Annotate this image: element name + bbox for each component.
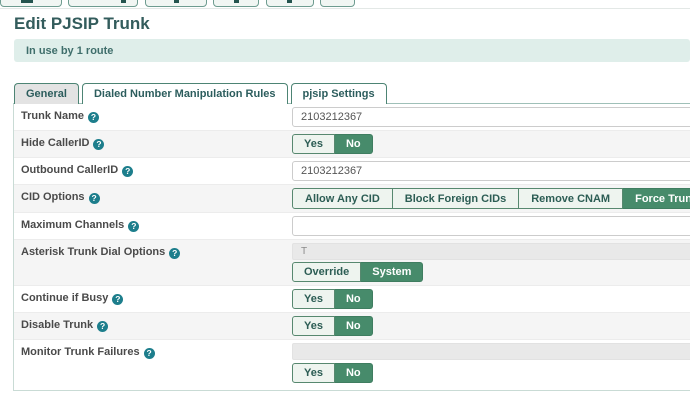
form-row-dial-options: Asterisk Trunk Dial Options T Override S… — [14, 239, 690, 285]
disable-trunk-no-button[interactable]: No — [335, 316, 373, 336]
toolbar-button-icon — [234, 0, 239, 3]
form-row-disable-trunk: Disable Trunk Yes No — [14, 312, 690, 339]
monitor-trunk-failures-readonly-input — [292, 343, 690, 360]
hide-callerid-yes-button[interactable]: Yes — [292, 134, 335, 154]
monitor-trunk-failures-yes-button[interactable]: Yes — [292, 363, 335, 383]
continue-if-busy-label: Continue if Busy — [14, 286, 292, 310]
cid-options-label: CID Options — [14, 185, 292, 209]
tab-bar: General Dialed Number Manipulation Rules… — [14, 83, 690, 103]
monitor-trunk-failures-label: Monitor Trunk Failures — [14, 340, 292, 364]
maximum-channels-input[interactable] — [292, 216, 690, 236]
toolbar-button-1[interactable] — [0, 0, 62, 7]
form-row-monitor-trunk-failures: Monitor Trunk Failures Yes No — [14, 339, 690, 390]
top-toolbar — [0, 0, 690, 9]
maximum-channels-label: Maximum Channels — [14, 213, 292, 237]
dial-options-override-button[interactable]: Override — [292, 262, 361, 282]
help-icon[interactable] — [93, 139, 104, 150]
help-icon[interactable] — [112, 294, 123, 305]
help-icon[interactable] — [144, 348, 155, 359]
continue-if-busy-toggle: Yes No — [292, 289, 373, 309]
dial-options-system-button[interactable]: System — [361, 262, 423, 282]
trunk-name-label: Trunk Name — [14, 104, 292, 128]
hide-callerid-toggle: Yes No — [292, 134, 373, 154]
form-row-cid-options: CID Options Allow Any CID Block Foreign … — [14, 184, 690, 212]
help-icon[interactable] — [128, 221, 139, 232]
toolbar-button-6[interactable] — [320, 0, 355, 7]
dial-options-readonly-input: T — [292, 243, 690, 260]
form-row-hide-callerid: Hide CallerID Yes No — [14, 130, 690, 157]
cid-allow-any-cid-button[interactable]: Allow Any CID — [292, 188, 393, 209]
toolbar-button-4[interactable] — [213, 0, 259, 7]
help-icon[interactable] — [97, 321, 108, 332]
toolbar-button-icon — [121, 0, 126, 3]
disable-trunk-label: Disable Trunk — [14, 313, 292, 337]
form-row-continue-if-busy: Continue if Busy Yes No — [14, 285, 690, 312]
cid-force-trunk-cid-button[interactable]: Force Trunk CID — [623, 188, 690, 209]
help-icon[interactable] — [88, 112, 99, 123]
hide-callerid-no-button[interactable]: No — [335, 134, 373, 154]
tab-general[interactable]: General — [14, 83, 79, 104]
in-use-alert: In use by 1 route — [14, 39, 690, 62]
continue-if-busy-yes-button[interactable]: Yes — [292, 289, 335, 309]
dial-options-label: Asterisk Trunk Dial Options — [14, 240, 292, 264]
form-row-maximum-channels: Maximum Channels — [14, 212, 690, 239]
tab-dialed-number-manipulation-rules[interactable]: Dialed Number Manipulation Rules — [82, 83, 288, 104]
monitor-trunk-failures-toggle: Yes No — [292, 363, 690, 383]
form-row-outbound-callerid: Outbound CallerID — [14, 157, 690, 184]
general-tab-panel: Trunk Name Hide CallerID Yes No Outbound… — [13, 103, 690, 391]
help-icon[interactable] — [89, 193, 100, 204]
hide-callerid-label: Hide CallerID — [14, 131, 292, 155]
disable-trunk-yes-button[interactable]: Yes — [292, 316, 335, 336]
dial-options-toggle: Override System — [292, 262, 690, 282]
trunk-name-input[interactable] — [292, 107, 690, 127]
cid-remove-cnam-button[interactable]: Remove CNAM — [519, 188, 623, 209]
continue-if-busy-no-button[interactable]: No — [335, 289, 373, 309]
outbound-callerid-label: Outbound CallerID — [14, 158, 292, 182]
toolbar-button-5[interactable] — [266, 0, 314, 7]
toolbar-button-2[interactable] — [68, 0, 138, 7]
form-row-trunk-name: Trunk Name — [14, 104, 690, 130]
page-title: Edit PJSIP Trunk — [14, 14, 690, 34]
monitor-trunk-failures-no-button[interactable]: No — [335, 363, 373, 383]
cid-options-group: Allow Any CID Block Foreign CIDs Remove … — [292, 188, 690, 209]
help-icon[interactable] — [169, 248, 180, 259]
toolbar-button-icon — [287, 0, 292, 3]
toolbar-button-icon — [174, 0, 179, 3]
help-icon[interactable] — [122, 166, 133, 177]
outbound-callerid-input[interactable] — [292, 161, 690, 181]
toolbar-button-icon — [21, 0, 33, 3]
toolbar-button-3[interactable] — [145, 0, 207, 7]
disable-trunk-toggle: Yes No — [292, 316, 373, 336]
cid-block-foreign-cids-button[interactable]: Block Foreign CIDs — [393, 188, 519, 209]
tab-pjsip-settings[interactable]: pjsip Settings — [291, 83, 387, 104]
